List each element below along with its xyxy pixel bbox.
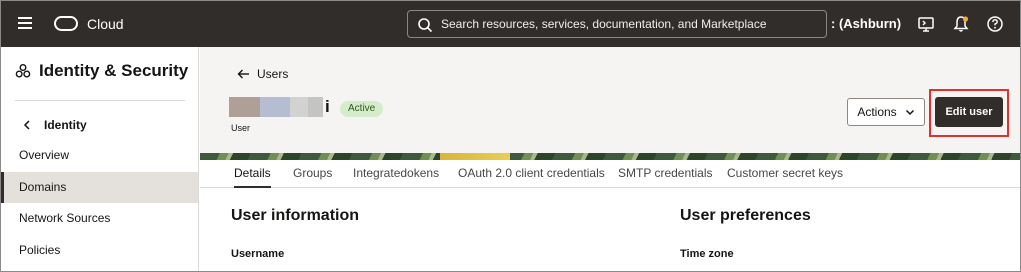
search-box[interactable] — [407, 10, 827, 38]
sidebar-item-overview[interactable]: Overview — [1, 140, 198, 171]
oracle-logo-icon[interactable] — [54, 16, 78, 31]
tab-oauth-credentials[interactable]: OAuth 2.0 client credentials — [458, 160, 605, 188]
sidebar-title: Identity & Security — [15, 61, 188, 81]
actions-menu-button[interactable]: Actions — [847, 98, 925, 126]
main-content: Users i Active User Actions Edit user De… — [200, 47, 1020, 271]
search-input[interactable] — [441, 14, 821, 34]
region-selector[interactable]: : (Ashburn) — [831, 16, 901, 31]
tab-customer-secret-keys[interactable]: Customer secret keys — [727, 160, 843, 188]
status-badge: Active — [340, 101, 384, 117]
bell-icon[interactable] — [952, 15, 970, 33]
sidebar-back-label[interactable]: Identity — [44, 118, 87, 132]
user-name-suffix: i — [325, 97, 330, 116]
arrow-left-icon[interactable] — [237, 69, 250, 79]
sidebar-title-text: Identity & Security — [39, 61, 189, 80]
back-link-label[interactable]: Users — [257, 67, 288, 81]
tab-bar: Details Groups Integratedokens OAuth 2.0… — [200, 160, 1020, 188]
tab-groups[interactable]: Groups — [293, 160, 332, 188]
cloud-shell-icon[interactable] — [917, 15, 935, 33]
search-icon — [418, 18, 432, 32]
page-header: Users i Active User Actions Edit user — [200, 47, 1020, 153]
username-label: Username — [231, 248, 285, 260]
sidebar-item-domains[interactable]: Domains — [1, 172, 198, 203]
identity-security-icon — [15, 64, 31, 78]
decorative-banner — [200, 153, 1020, 160]
help-icon[interactable] — [986, 15, 1004, 33]
user-information-heading: User information — [231, 207, 360, 224]
brand-name[interactable]: Cloud — [87, 16, 124, 32]
user-preferences-heading: User preferences — [680, 207, 811, 224]
user-type-caption: User — [231, 123, 251, 133]
chevron-down-icon — [905, 109, 914, 115]
sidebar-item-network-sources[interactable]: Network Sources — [1, 203, 198, 234]
edit-user-button[interactable]: Edit user — [935, 97, 1003, 127]
top-navigation-bar: Cloud : (Ashburn) — [1, 1, 1020, 47]
time-zone-label: Time zone — [680, 248, 734, 260]
banner-accent — [440, 153, 510, 160]
back-to-users-link[interactable]: Users — [237, 67, 288, 81]
user-name-redacted: i — [229, 97, 330, 117]
tab-integrated-tokens[interactable]: Integratedokens — [353, 160, 439, 188]
menu-icon[interactable] — [18, 17, 32, 29]
sidebar-item-policies[interactable]: Policies — [1, 235, 198, 266]
sidebar-divider — [15, 100, 185, 101]
sidebar-back-link[interactable]: Identity — [23, 118, 87, 132]
actions-label: Actions — [857, 105, 897, 119]
sidebar: Identity & Security Identity Overview Do… — [1, 47, 199, 271]
tab-smtp-credentials[interactable]: SMTP credentials — [618, 160, 712, 188]
tab-details[interactable]: Details — [234, 160, 271, 188]
chevron-left-icon[interactable] — [23, 119, 31, 131]
